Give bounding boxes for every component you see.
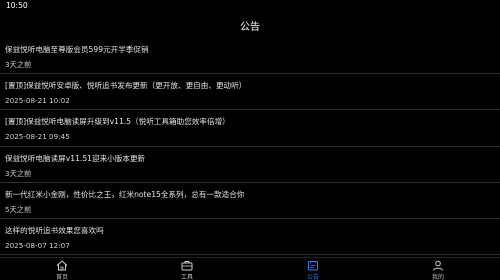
notice-title: 这样的悦听追书效果您喜欢吗 [5, 225, 104, 235]
tab-announcements[interactable]: 公告 [283, 258, 343, 280]
notice-date: 3天之前 [5, 168, 32, 178]
announcement-icon [308, 261, 318, 271]
status-bar: 10:50 [0, 0, 500, 12]
notice-title: 新一代红米小金刚，性价比之王，红米note15全系列，总有一款适合你 [5, 189, 245, 199]
page-header: 公告 [0, 12, 500, 38]
tab-home[interactable]: 首页 [32, 258, 92, 280]
notice-title: 保益悦听电脑至尊版会员599元开学季促销 [5, 45, 149, 54]
page-title: 公告 [240, 22, 260, 33]
notice-item[interactable]: 保益悦听电脑至尊版会员599元开学季促销 3天之前 [0, 38, 500, 75]
notice-list: 保益悦听电脑至尊版会员599元开学季促销 3天之前 [置顶]保益悦听安卓版、悦听… [0, 38, 500, 260]
bottom-tab-bar: 首页 工具 公告 我的 [0, 257, 500, 280]
home-icon [56, 260, 68, 271]
notice-item[interactable]: 保益悦听电脑读屏v11.51迎来小版本更新 3天之前 [0, 147, 500, 183]
tab-profile[interactable]: 我的 [408, 258, 468, 280]
toolbox-icon [181, 261, 193, 271]
notice-date: 2025-08-07 12:07 [5, 240, 70, 250]
notice-title: [置顶]保益悦听电脑读屏升级到v11.5（悦听工具箱助您效率倍增） [5, 117, 230, 127]
notice-item[interactable]: [置顶]保益悦听电脑读屏升级到v11.5（悦听工具箱助您效率倍增） 2025-0… [0, 110, 500, 147]
notice-item[interactable]: 新一代红米小金刚，性价比之王，红米note15全系列，总有一款适合你 5天之前 [0, 183, 500, 219]
tab-label: 我的 [431, 274, 444, 280]
status-time: 10:50 [6, 1, 28, 10]
notice-date: 3天之前 [5, 60, 32, 69]
tab-label: 首页 [55, 274, 68, 280]
notice-date: 2025-08-21 10:02 [5, 96, 70, 106]
tab-label: 公告 [306, 274, 319, 280]
notice-item[interactable]: 这样的悦听追书效果您喜欢吗 2025-08-07 12:07 [0, 219, 500, 256]
notice-title: [置顶]保益悦听安卓版、悦听追书发布更新（更开放、更自由、更动听） [5, 81, 247, 91]
tab-tools[interactable]: 工具 [157, 258, 217, 280]
notice-date: 5天之前 [5, 204, 32, 214]
notice-title: 保益悦听电脑读屏v11.51迎来小版本更新 [5, 153, 146, 163]
tab-label: 工具 [180, 274, 193, 280]
profile-icon [433, 260, 443, 271]
notice-item[interactable]: [置顶]保益悦听安卓版、悦听追书发布更新（更开放、更自由、更动听） 2025-0… [0, 74, 500, 111]
notice-date: 2025-08-21 09:45 [5, 132, 70, 142]
